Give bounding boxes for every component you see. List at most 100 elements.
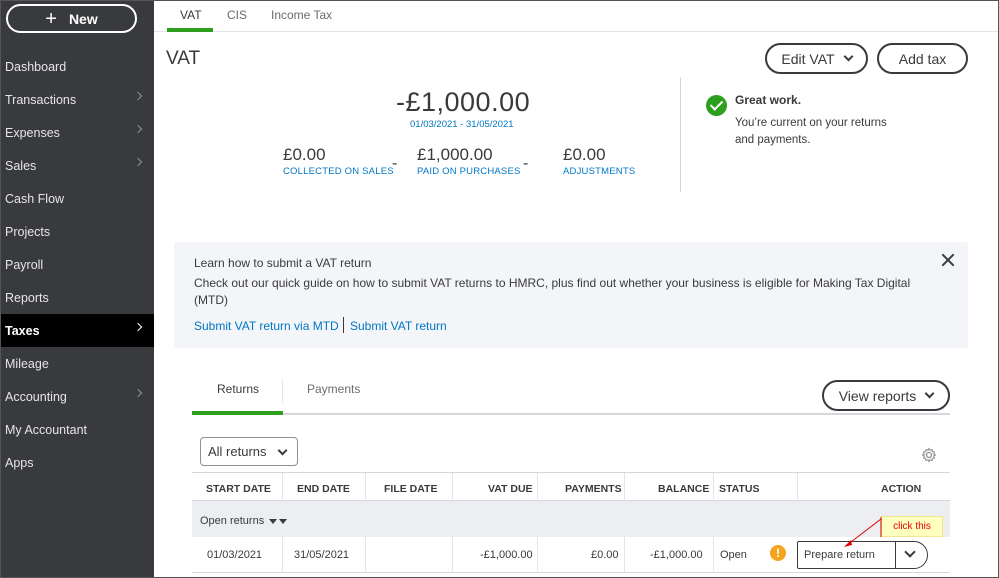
collected-label[interactable]: COLLECTED ON SALES xyxy=(283,166,394,177)
sidebar-item-label: Projects xyxy=(5,224,51,239)
chevron-down-icon[interactable] xyxy=(904,546,916,558)
column-header[interactable]: VAT DUE xyxy=(488,483,533,495)
sidebar-item-label: Transactions xyxy=(5,92,77,107)
sidebar-item-label: Apps xyxy=(5,455,34,470)
view-reports-label: View reports xyxy=(838,387,917,404)
sidebar-item-label: Mileage xyxy=(5,356,49,371)
sidebar-item-sales[interactable]: Sales xyxy=(1,149,154,182)
column-header[interactable]: STATUS xyxy=(719,483,759,495)
column-divider xyxy=(797,473,798,502)
close-icon[interactable] xyxy=(941,253,955,267)
active-tab-indicator xyxy=(167,28,213,32)
link-separator xyxy=(343,317,344,333)
chevron-right-icon xyxy=(133,124,143,134)
sidebar-item-expenses[interactable]: Expenses xyxy=(1,116,154,149)
paid-label[interactable]: PAID ON PURCHASES xyxy=(417,166,521,177)
page-title: VAT xyxy=(166,48,201,69)
sidebar-item-label: Expenses xyxy=(5,125,60,140)
chevron-right-icon xyxy=(133,388,143,398)
column-header[interactable]: BALANCE xyxy=(658,483,709,495)
sidebar-item-my-accountant[interactable]: My Accountant xyxy=(1,413,154,446)
column-divider xyxy=(624,473,625,502)
cell-vat-due: -£1,000.00 xyxy=(480,549,533,561)
vat-total-amount: -£1,000.00 xyxy=(396,87,531,117)
sidebar-item-apps[interactable]: Apps xyxy=(1,446,154,479)
sidebar-item-label: Cash Flow xyxy=(5,191,65,206)
column-header: ACTION xyxy=(881,483,922,495)
tab-cis[interactable]: CIS xyxy=(227,8,247,22)
adjustments-amount: £0.00 xyxy=(563,145,606,164)
submit-vat-mtd-link[interactable]: Submit VAT return via MTD xyxy=(194,319,339,333)
app-window: + New Dashboard Transactions Expenses Sa… xyxy=(0,0,999,578)
warning-icon: ! xyxy=(770,545,786,561)
tax-tabs: VAT CIS Income Tax xyxy=(154,1,998,32)
column-divider xyxy=(713,537,714,573)
vat-period-link[interactable]: 01/03/2021 - 31/05/2021 xyxy=(410,119,514,130)
cell-start-date: 01/03/2021 xyxy=(207,549,263,561)
new-button-label: New xyxy=(68,10,98,27)
column-divider xyxy=(452,473,453,502)
cell-balance: -£1,000.00 xyxy=(650,549,703,561)
summary-divider xyxy=(680,77,681,192)
view-reports-button[interactable]: View reports xyxy=(822,380,950,411)
paid-amount: £1,000.00 xyxy=(417,145,493,164)
sidebar-item-mileage[interactable]: Mileage xyxy=(1,347,154,380)
cell-payments: £0.00 xyxy=(591,549,619,561)
tab-payments[interactable]: Payments xyxy=(307,382,360,396)
column-divider xyxy=(365,537,366,573)
sidebar: + New Dashboard Transactions Expenses Sa… xyxy=(1,1,154,577)
sidebar-item-transactions[interactable]: Transactions xyxy=(1,83,154,116)
sidebar-item-reports[interactable]: Reports xyxy=(1,281,154,314)
returns-table-header: START DATE END DATE FILE DATE VAT DUE PA… xyxy=(192,472,950,502)
minus-sign: - xyxy=(523,155,529,172)
chevron-down-icon xyxy=(843,51,854,62)
column-divider xyxy=(282,473,283,502)
sidebar-item-payroll[interactable]: Payroll xyxy=(1,248,154,281)
caret-down-icon xyxy=(279,518,288,524)
edit-vat-label: Edit VAT xyxy=(781,50,835,67)
minus-sign: - xyxy=(392,155,398,172)
sidebar-item-label: Dashboard xyxy=(5,59,67,74)
column-header[interactable]: START DATE xyxy=(206,483,271,495)
chevron-right-icon xyxy=(133,322,143,332)
sidebar-item-taxes[interactable]: Taxes xyxy=(1,314,154,347)
submit-vat-return-link[interactable]: Submit VAT return xyxy=(350,319,447,333)
filter-value: All returns xyxy=(208,444,267,459)
collected-amount: £0.00 xyxy=(283,145,326,164)
active-tab-indicator xyxy=(192,411,283,415)
tab-income-tax[interactable]: Income Tax xyxy=(271,8,332,22)
tab-returns[interactable]: Returns xyxy=(217,382,259,396)
chevron-right-icon xyxy=(133,157,143,167)
chevron-down-icon xyxy=(277,445,288,456)
tabs-baseline xyxy=(192,413,950,415)
adjustments-label[interactable]: ADJUSTMENTS xyxy=(563,166,635,177)
group-row-open-returns: Open returns xyxy=(192,501,950,537)
column-header[interactable]: END DATE xyxy=(297,483,350,495)
new-button[interactable]: + New xyxy=(6,4,137,33)
cell-end-date: 31/05/2021 xyxy=(294,549,350,561)
column-divider xyxy=(713,473,714,502)
column-header[interactable]: FILE DATE xyxy=(384,483,437,495)
group-toggle[interactable]: Open returns xyxy=(200,515,288,527)
gear-icon[interactable] xyxy=(921,447,937,463)
add-tax-label: Add tax xyxy=(898,50,947,67)
banner-text: Check out our quick guide on how to subm… xyxy=(194,276,911,307)
sidebar-item-dashboard[interactable]: Dashboard xyxy=(1,50,154,83)
sidebar-item-cash-flow[interactable]: Cash Flow xyxy=(1,182,154,215)
sidebar-item-accounting[interactable]: Accounting xyxy=(1,380,154,413)
sidebar-item-projects[interactable]: Projects xyxy=(1,215,154,248)
split-divider xyxy=(895,542,896,568)
group-label: Open returns xyxy=(200,515,265,527)
tab-separator xyxy=(282,379,283,403)
caret-down-icon xyxy=(269,518,278,524)
column-header[interactable]: PAYMENTS xyxy=(565,483,622,495)
column-divider xyxy=(624,537,625,573)
sidebar-item-label: Taxes xyxy=(5,323,40,338)
tab-vat[interactable]: VAT xyxy=(180,8,202,22)
column-divider xyxy=(282,537,283,573)
add-tax-button[interactable]: Add tax xyxy=(877,43,968,74)
plus-icon: + xyxy=(45,7,57,30)
chevron-right-icon xyxy=(133,91,143,101)
returns-filter-select[interactable]: All returns xyxy=(200,437,298,466)
edit-vat-button[interactable]: Edit VAT xyxy=(765,43,868,74)
